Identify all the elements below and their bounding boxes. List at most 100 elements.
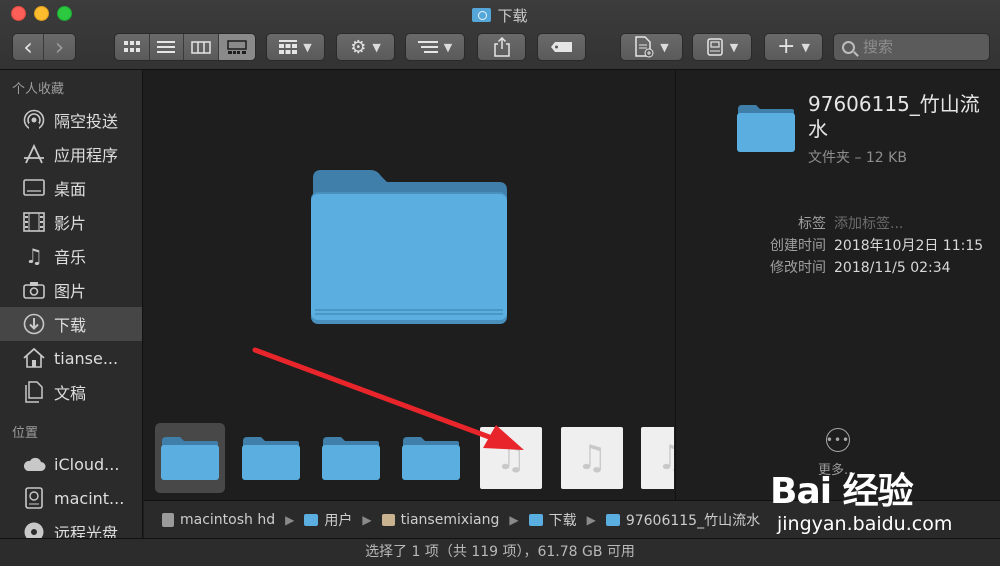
sidebar-item-label: 应用程序 [54, 146, 119, 165]
window-title: 下载 [0, 5, 1000, 26]
search-input[interactable] [863, 38, 978, 56]
view-mode-switcher [114, 33, 256, 61]
sidebar-item-movies[interactable]: 影片 [0, 205, 142, 239]
path-item-home[interactable]: tiansemixiang [381, 512, 499, 528]
path-item-users[interactable]: 用户 [304, 510, 352, 530]
usb-drive-icon [707, 38, 723, 56]
sidebar-section-favorites: 个人收藏 [12, 82, 65, 97]
documents-icon [22, 380, 46, 404]
sidebar-item-label: 下载 [54, 316, 87, 335]
column-view-icon [191, 40, 211, 54]
created-row: 创建时间 2018年10月2日 11:15 [676, 235, 1000, 257]
path-item-downloads[interactable]: 下载 [528, 510, 577, 530]
sidebar-item-music[interactable]: ♫ 音乐 [0, 239, 142, 273]
sidebar-item-label: 音乐 [54, 248, 87, 267]
sidebar-item-label: tianse... [54, 348, 119, 368]
folder-icon [304, 513, 319, 526]
modified-label: 修改时间 [770, 260, 826, 276]
path-item-selected-folder[interactable]: 97606115_竹山流水 [605, 510, 760, 530]
sidebar-item-pictures[interactable]: 图片 [0, 273, 142, 307]
new-document-dropdown[interactable]: ▼ [620, 33, 683, 61]
tags-label: 标签 [798, 216, 826, 232]
edit-tags-button[interactable] [537, 33, 586, 61]
sidebar-item-downloads[interactable]: 下载 [0, 307, 142, 341]
chevron-down-icon: ▼ [372, 40, 381, 54]
path-item-macintosh-hd[interactable]: macintosh hd [162, 512, 275, 528]
share-icon [493, 37, 510, 57]
thumbnail-audio-file[interactable]: ♫ [641, 427, 674, 489]
tags-row: 标签 添加标签... [676, 213, 1000, 235]
sidebar-item-desktop[interactable]: 桌面 [0, 171, 142, 205]
gallery-view-icon [227, 40, 247, 54]
column-view-button[interactable] [184, 34, 219, 60]
thumbnail-folder[interactable] [239, 426, 303, 490]
preview-inspector: 97606115_竹山流水 文件夹 – 12 KB 标签 添加标签... 创建时… [675, 70, 1000, 500]
path-separator-icon: ▶ [362, 512, 372, 527]
downloads-folder-icon [528, 513, 543, 526]
sidebar-item-label: iCloud... [54, 454, 120, 474]
forward-button[interactable]: › [44, 34, 75, 60]
device-dropdown[interactable]: ▼ [692, 33, 752, 61]
gear-icon: ⚙ [350, 36, 367, 58]
sidebar-item-label: 图片 [54, 282, 87, 301]
share-button[interactable] [477, 33, 526, 61]
applications-icon [22, 142, 46, 166]
home-icon [381, 513, 395, 526]
downloads-folder-icon [472, 8, 492, 22]
modified-row: 修改时间 2018/11/5 02:34 [676, 257, 1000, 279]
sidebar-item-label: 文稿 [54, 384, 87, 403]
sidebar-item-label: 桌面 [54, 180, 87, 199]
path-separator-icon: ▶ [285, 512, 295, 527]
window-toolbar: 下载 ‹ › ▼ ⚙ ▼ ▼ ▼ ▼ + ▼ 搜索 [0, 0, 1000, 70]
music-note-icon: ♫ [25, 244, 43, 268]
chevron-down-icon: ▼ [729, 40, 739, 54]
sidebar-item-macintosh-hd[interactable]: macint... [0, 481, 142, 515]
search-field[interactable] [833, 33, 990, 61]
sidebar-item-label: 隔空投送 [54, 112, 119, 131]
icon-view-button[interactable] [115, 34, 150, 60]
sidebar-item-documents[interactable]: 文稿 [0, 375, 142, 409]
sidebar-item-airdrop[interactable]: 隔空投送 [0, 103, 142, 137]
action-dropdown[interactable]: ⚙ ▼ [336, 33, 395, 61]
sidebar: 个人收藏 隔空投送 应用程序 桌面 影片 ♫ 音乐 图片 下载 tianse..… [0, 70, 143, 543]
music-note-icon: ♫ [576, 438, 608, 478]
more-icon[interactable]: ••• [826, 428, 850, 452]
gallery-view-button[interactable] [218, 34, 255, 60]
thumbnail-folder[interactable] [319, 426, 383, 490]
harddisk-icon [162, 512, 174, 527]
back-forward-group: ‹ › [12, 33, 76, 61]
sidebar-item-applications[interactable]: 应用程序 [0, 137, 142, 171]
thumbnail-audio-file[interactable]: ♫ [480, 427, 542, 489]
selected-folder-icon [737, 105, 795, 152]
path-bar: macintosh hd ▶ 用户 ▶ tiansemixiang ▶ 下载 ▶… [144, 500, 1000, 538]
thumbnail-folder-selected[interactable] [155, 423, 225, 493]
more-label[interactable]: 更多... [818, 459, 856, 478]
created-label: 创建时间 [770, 238, 826, 254]
group-by-dropdown[interactable]: ▼ [266, 33, 325, 61]
add-dropdown[interactable]: + ▼ [764, 33, 823, 61]
desktop-icon [22, 176, 46, 200]
back-button[interactable]: ‹ [13, 34, 44, 60]
home-icon [22, 346, 46, 370]
add-tags-field[interactable]: 添加标签... [834, 213, 903, 235]
sidebar-item-label: macint... [54, 488, 125, 508]
tag-icon [550, 42, 572, 52]
thumbnail-audio-file[interactable]: ♫ [561, 427, 623, 489]
folder-icon [402, 437, 460, 480]
list-view-button[interactable] [150, 34, 185, 60]
arrange-icon [417, 40, 438, 53]
large-folder-preview-icon [311, 170, 507, 324]
chevron-down-icon: ▼ [801, 40, 810, 54]
arrange-dropdown[interactable]: ▼ [405, 33, 465, 61]
modified-value: 2018/11/5 02:34 [834, 260, 951, 276]
path-separator-icon: ▶ [586, 512, 596, 527]
list-view-icon [157, 41, 176, 53]
sidebar-item-home[interactable]: tianse... [0, 341, 142, 375]
thumbnail-folder[interactable] [399, 426, 463, 490]
sidebar-item-icloud[interactable]: iCloud... [0, 447, 142, 481]
folder-icon [605, 513, 620, 526]
chevron-down-icon: ▼ [660, 40, 669, 54]
chevron-down-icon: ▼ [303, 40, 312, 54]
folder-icon [322, 437, 380, 480]
camera-icon [22, 278, 46, 302]
